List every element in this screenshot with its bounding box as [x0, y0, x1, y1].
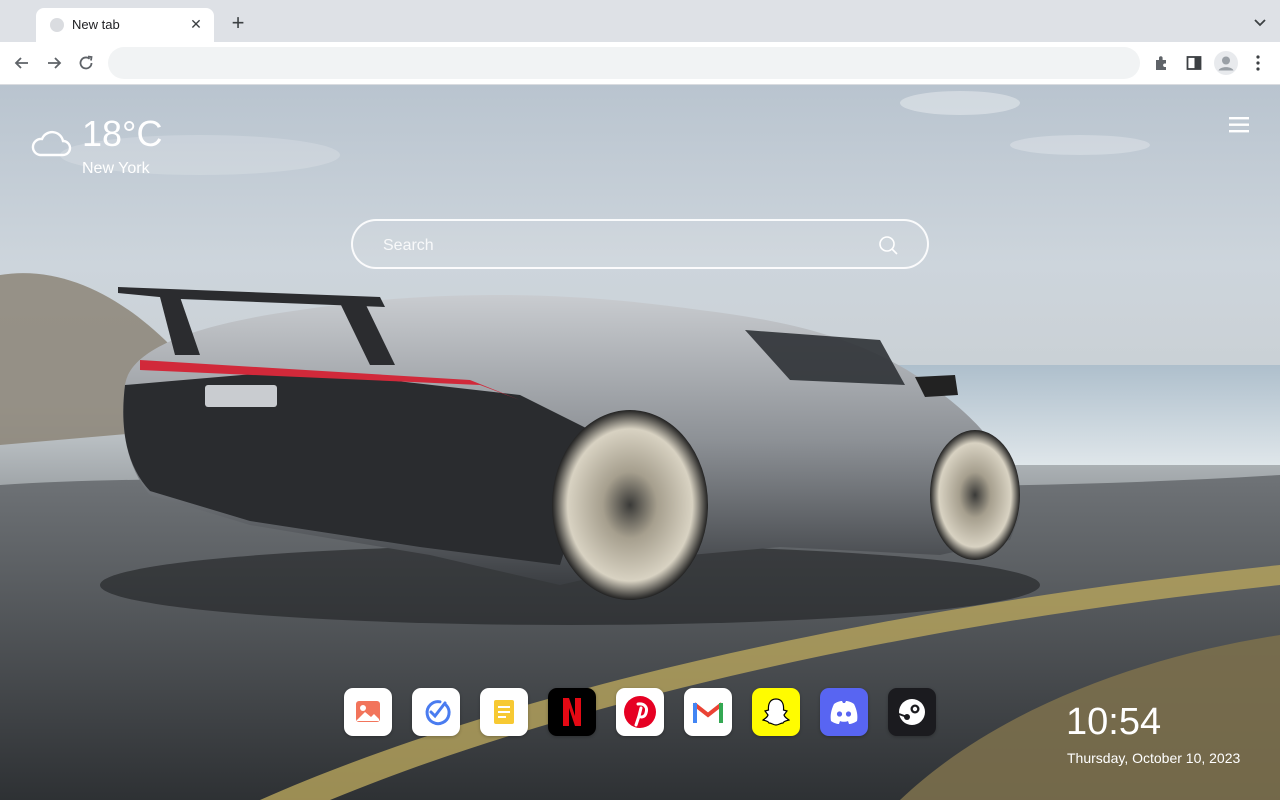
address-bar[interactable]	[108, 47, 1140, 79]
tab-close-button[interactable]: ✕	[186, 14, 206, 34]
forward-icon[interactable]	[44, 53, 64, 73]
back-icon[interactable]	[12, 53, 32, 73]
discord-icon	[830, 701, 858, 724]
gmail-icon	[692, 702, 724, 723]
search-input[interactable]	[381, 233, 865, 259]
tasks-app-tile[interactable]	[412, 688, 460, 736]
profile-avatar-icon[interactable]	[1214, 51, 1238, 75]
netflix-icon	[563, 698, 581, 726]
cloud-icon	[31, 130, 72, 157]
search-bar[interactable]	[351, 219, 929, 269]
tab-title: New tab	[72, 17, 120, 32]
netflix-app-tile[interactable]	[548, 688, 596, 736]
new-tab-page: 18°C New York Search 10:54 Thursday, Oct…	[0, 85, 1280, 800]
new-tab-button[interactable]: +	[226, 12, 250, 36]
reload-icon[interactable]	[76, 53, 96, 73]
tab-search-icon[interactable]	[1252, 14, 1268, 30]
clock-date: Thursday, October 10, 2023	[1067, 750, 1241, 766]
side-panel-icon[interactable]	[1184, 53, 1204, 73]
pinterest-app-tile[interactable]	[616, 688, 664, 736]
check-circle-icon	[425, 700, 451, 726]
city-name: New York	[82, 160, 150, 177]
hamburger-menu-icon[interactable]	[1228, 115, 1250, 135]
pinterest-icon	[624, 696, 656, 728]
tab-favicon-icon	[50, 18, 64, 32]
steam-app-tile[interactable]	[888, 688, 936, 736]
tab-new-tab[interactable]: New tab ✕	[36, 8, 214, 42]
snapchat-icon	[761, 698, 791, 726]
temperature-value: 18°C	[82, 113, 163, 154]
steam-icon	[898, 699, 925, 725]
photos-app-tile[interactable]	[344, 688, 392, 736]
notes-app-tile[interactable]	[480, 688, 528, 736]
browser-toolbar	[0, 42, 1280, 85]
notes-icon	[494, 700, 514, 724]
extensions-icon[interactable]	[1152, 53, 1172, 73]
gmail-app-tile[interactable]	[684, 688, 732, 736]
tab-strip: New tab ✕ +	[0, 0, 1280, 42]
search-icon[interactable]	[877, 234, 899, 256]
discord-app-tile[interactable]	[820, 688, 868, 736]
more-menu-icon[interactable]	[1248, 53, 1268, 73]
snapchat-app-tile[interactable]	[752, 688, 800, 736]
image-icon	[356, 701, 380, 722]
clock-time: 10:54	[1066, 701, 1162, 743]
